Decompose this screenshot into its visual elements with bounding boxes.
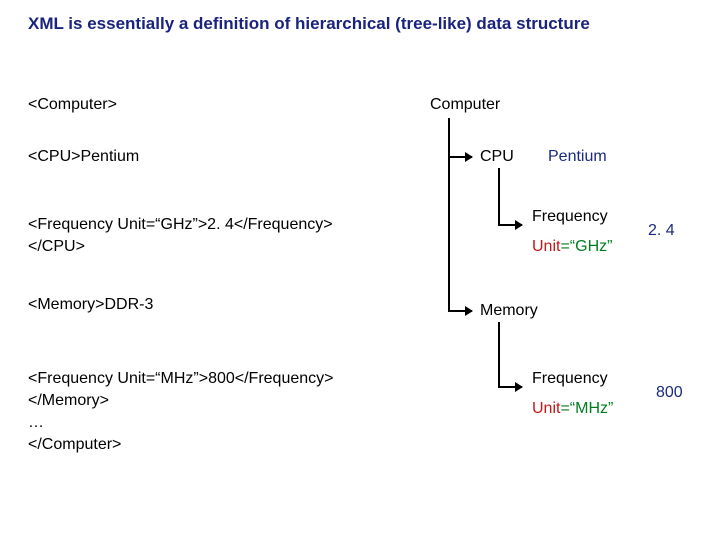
tree-arrow-cpu <box>448 156 472 158</box>
code-ellipsis: … <box>28 414 44 432</box>
tree-arrow-memory <box>448 310 472 312</box>
tree-cpu-value: Pentium <box>548 148 607 166</box>
tree-frequency-mhz: Frequency <box>532 370 608 388</box>
tree-freq-mhz-value: 800 <box>656 384 683 402</box>
code-computer-open: <Computer> <box>28 96 117 114</box>
code-cpu-open: <CPU>Pentium <box>28 148 139 166</box>
tree-memory: Memory <box>480 302 538 320</box>
unit-val-mhz: =“MHz” <box>560 400 613 417</box>
unit-attr-mhz: Unit <box>532 400 560 417</box>
page-title: XML is essentially a definition of hiera… <box>28 14 590 34</box>
tree-unit-ghz: Unit=“GHz” <box>532 238 612 256</box>
tree-line-root <box>448 118 450 312</box>
tree-cpu: CPU <box>480 148 514 166</box>
code-memory-open: <Memory>DDR-3 <box>28 296 153 314</box>
tree-freq-ghz-value: 2. 4 <box>648 222 675 240</box>
tree-arrow-freq2 <box>498 386 522 388</box>
tree-unit-mhz: Unit=“MHz” <box>532 400 613 418</box>
tree-line-cpu <box>498 168 500 224</box>
unit-attr-ghz: Unit <box>532 238 560 255</box>
tree-frequency-ghz: Frequency <box>532 208 608 226</box>
tree-arrow-freq1 <box>498 224 522 226</box>
code-computer-close: </Computer> <box>28 436 121 454</box>
code-cpu-close: </CPU> <box>28 238 85 256</box>
tree-computer: Computer <box>430 96 500 114</box>
code-frequency-ghz: <Frequency Unit=“GHz”>2. 4</Frequency> <box>28 216 333 234</box>
unit-val-ghz: =“GHz” <box>560 238 612 255</box>
tree-line-memory <box>498 322 500 386</box>
code-memory-close: </Memory> <box>28 392 109 410</box>
code-frequency-mhz: <Frequency Unit=“MHz”>800</Frequency> <box>28 370 333 388</box>
